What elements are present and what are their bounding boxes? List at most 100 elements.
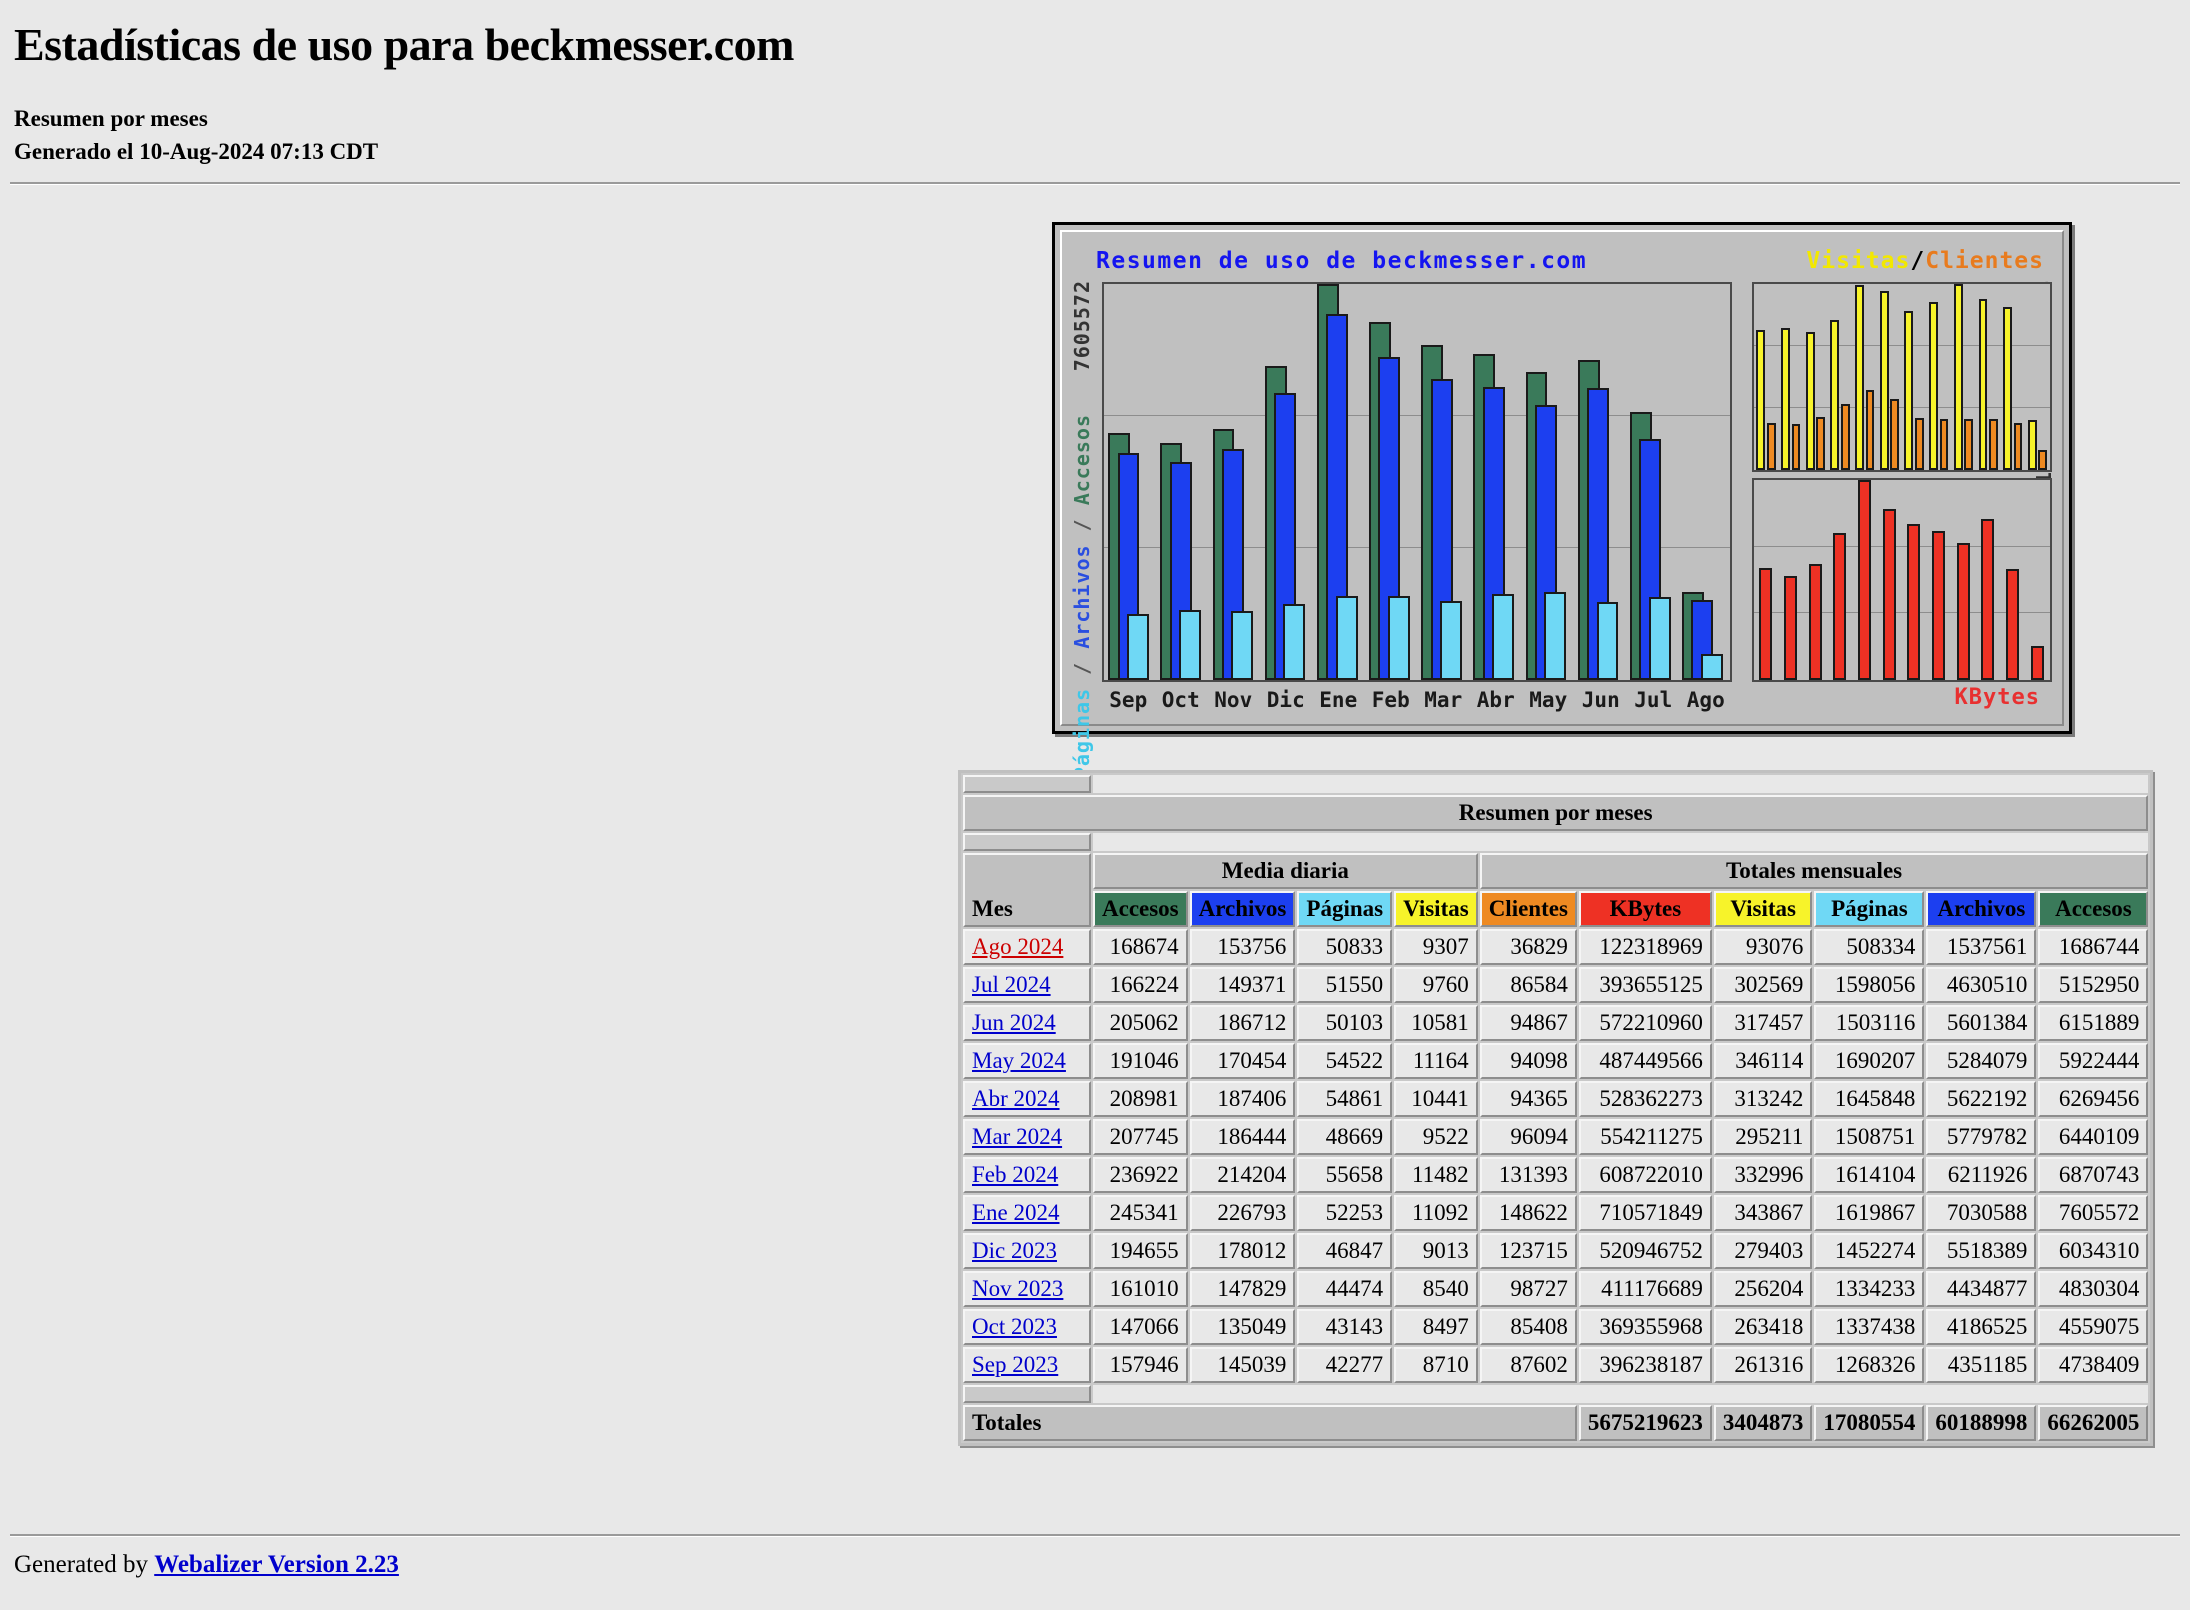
cell-clientes-4: 148622 [1479,1195,1577,1231]
bar-clientes-Abr [1939,419,1949,470]
cell-archivos-1: 147829 [1189,1271,1296,1307]
footer-prefix: Generated by [14,1551,155,1578]
cell-páginas-7: 1690207 [1814,1043,1925,1079]
cell-kbytes-5: 393655125 [1578,967,1712,1003]
cell-accesos-9: 6440109 [2038,1119,2149,1155]
cell-kbytes-5: 122318969 [1578,929,1712,965]
table-row: May 2024 191046 170454 54522 11164 94098 48744… [963,1043,2149,1079]
cell-accesos-9: 7605572 [2038,1195,2149,1231]
cell-archivos-1: 135049 [1189,1309,1296,1345]
month-cell: Nov 2023 [963,1271,1091,1307]
table-spacer-fill [1093,775,2149,793]
table-body: Resumen por meses Mes Media diaria Totales … [963,775,2149,1441]
bar-clientes-May [1964,419,1974,470]
cell-accesos-0: 168674 [1093,929,1188,965]
cell-accesos-0: 207745 [1093,1119,1188,1155]
cell-archivos-8: 7030588 [1926,1195,2037,1231]
cell-accesos-0: 205062 [1093,1005,1188,1041]
cell-páginas-7: 1645848 [1814,1081,1925,1117]
bar-páginas-Ene [1335,595,1358,680]
column-header-páginas-7: Páginas [1814,891,1925,927]
month-link-dic-2023[interactable]: Dic 2023 [972,1238,1057,1263]
month-cell: Jul 2024 [963,967,1091,1003]
x-label-11: Ago [1686,688,1725,712]
cell-accesos-9: 5922444 [2038,1043,2149,1079]
column-header-kbytes-5: KBytes [1578,891,1712,927]
bar-kbytes-Oct [1784,576,1797,680]
table-row: Abr 2024 208981 187406 54861 10441 94365 52836… [963,1081,2149,1117]
cell-visitas-6: 261316 [1713,1347,1813,1383]
bar-group-Jun [1976,480,2001,680]
cell-accesos-0: 147066 [1093,1309,1188,1345]
bar-group-Jul [2001,480,2026,680]
bar-group-Ene [1853,480,1878,680]
bar-visitas-Jul [2003,307,2013,470]
table-spacer-fill [1093,833,2149,851]
month-cell: Dic 2023 [963,1233,1091,1269]
month-link-jul-2024[interactable]: Jul 2024 [972,972,1051,997]
month-link-mar-2024[interactable]: Mar 2024 [972,1124,1062,1149]
month-cell: Jun 2024 [963,1005,1091,1041]
table-group-header-row: Mes Media diaria Totales mensuales [963,853,2149,927]
legend-clientes-label: Clientes [1925,248,2044,274]
cell-accesos-9: 6269456 [2038,1081,2149,1117]
bar-clientes-Ago [2038,450,2048,470]
cell-páginas-7: 1619867 [1814,1195,1925,1231]
table-row: Feb 2024 236922 214204 55658 11482 131393 6087… [963,1157,2149,1193]
bar-group-Sep [1754,284,1779,470]
bar-group-Nov [1803,284,1828,470]
month-link-ene-2024[interactable]: Ene 2024 [972,1200,1060,1225]
cell-páginas-2: 42277 [1297,1347,1393,1383]
month-link-oct-2023[interactable]: Oct 2023 [972,1314,1057,1339]
cell-accesos-9: 4738409 [2038,1347,2149,1383]
cell-accesos-0: 236922 [1093,1157,1188,1193]
month-link-may-2024[interactable]: May 2024 [972,1048,1066,1073]
bar-group-Ago [2025,480,2050,680]
column-header-accesos-9: Accesos [2038,891,2149,927]
cell-kbytes-5: 710571849 [1578,1195,1712,1231]
cell-páginas-2: 48669 [1297,1119,1393,1155]
bar-group-Feb [1877,480,1902,680]
column-header-páginas-2: Páginas [1297,891,1393,927]
table-spacer-fill [1093,1385,2149,1403]
bar-clientes-Jul [2013,423,2023,470]
bar-group-Nov [1208,284,1260,680]
month-link-feb-2024[interactable]: Feb 2024 [972,1162,1058,1187]
usage-chart[interactable]: Resumen de uso de beckmesser.com Visitas… [1052,222,2072,779]
cell-páginas-7: 508334 [1814,929,1925,965]
cell-archivos-8: 4351185 [1926,1347,2037,1383]
cell-visitas-6: 332996 [1713,1157,1813,1193]
webalizer-link[interactable]: Webalizer Version 2.23 [154,1551,399,1578]
table-totals-row: Totales 5675219623 3404873 17080554 60188998… [963,1405,2149,1441]
cell-páginas-2: 50103 [1297,1005,1393,1041]
x-label-6: Mar [1424,688,1463,712]
bar-kbytes-Ene [1858,480,1871,680]
bar-group-May [1951,480,1976,680]
bar-visitas-May [1953,284,1963,470]
table-row: Jul 2024 166224 149371 51550 9760 86584 393655… [963,967,2149,1003]
monthly-summary-table: Resumen por meses Mes Media diaria Totales … [958,770,2154,1446]
cell-accesos-0: 245341 [1093,1195,1188,1231]
cell-archivos-1: 187406 [1189,1081,1296,1117]
cell-archivos-1: 178012 [1189,1233,1296,1269]
month-link-sep-2023[interactable]: Sep 2023 [972,1352,1058,1377]
cell-clientes-4: 36829 [1479,929,1577,965]
month-link-abr-2024[interactable]: Abr 2024 [972,1086,1060,1111]
month-link-ago-2024[interactable]: Ago 2024 [972,934,1063,959]
cell-accesos-0: 194655 [1093,1233,1188,1269]
cell-páginas-2: 52253 [1297,1195,1393,1231]
table-row: Oct 2023 147066 135049 43143 8497 85408 369355… [963,1309,2149,1345]
cell-archivos-8: 5518389 [1926,1233,2037,1269]
month-link-jun-2024[interactable]: Jun 2024 [972,1010,1056,1035]
bar-kbytes-Sep [1759,568,1773,680]
month-link-nov-2023[interactable]: Nov 2023 [972,1276,1063,1301]
table-spacer-nub [963,1385,1091,1403]
column-header-mes: Mes [963,853,1091,927]
chart-legend-visitas-clientes: Visitas/Clientes [1806,248,2044,274]
month-cell: Ene 2024 [963,1195,1091,1231]
chart-title: Resumen de uso de beckmesser.com [1096,248,1588,274]
summary-subtitle: Resumen por meses [14,106,208,131]
cell-visitas-6: 256204 [1713,1271,1813,1307]
cell-archivos-1: 214204 [1189,1157,1296,1193]
axis-caption-archivos: Archivos [1070,544,1094,649]
